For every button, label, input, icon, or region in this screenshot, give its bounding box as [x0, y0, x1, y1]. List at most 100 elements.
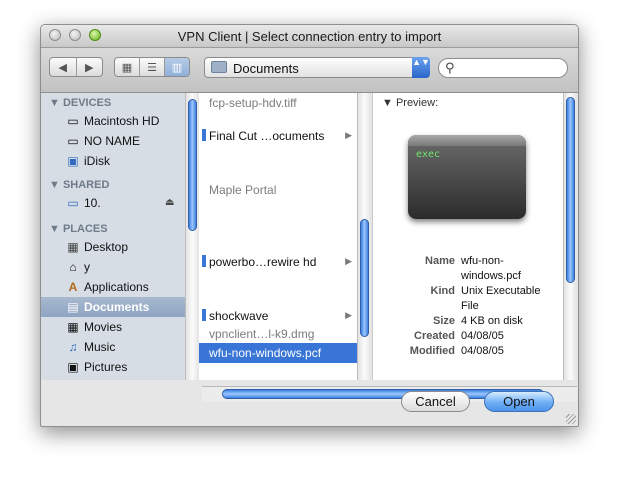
- meta-size-label: Size: [432, 315, 455, 327]
- hard-disk-icon: ▭: [67, 114, 79, 128]
- scroll-thumb[interactable]: [566, 97, 575, 283]
- file-name: Maple Portal: [209, 183, 277, 197]
- sidebar-item-home[interactable]: ⌂ y: [41, 257, 185, 277]
- file-column: fcp-setup-hdv.tiff Final Cut …ocuments ▶…: [199, 93, 357, 380]
- file-name: wfu-non-windows.pcf: [209, 346, 322, 360]
- list-item[interactable]: shockwave ▶: [199, 306, 357, 326]
- sidebar-item-label: Applications: [84, 280, 149, 294]
- sidebar-item-label: Documents: [84, 300, 150, 314]
- meta-kind-value-2: File: [461, 300, 479, 312]
- column-view-icon: ▥: [171, 61, 183, 74]
- file-name: Final Cut …ocuments: [209, 129, 325, 143]
- list-item-selected[interactable]: wfu-non-windows.pcf: [199, 343, 357, 363]
- meta-name-value-1: wfu-non-: [461, 255, 504, 267]
- window-title: VPN Client | Select connection entry to …: [177, 29, 442, 44]
- disclosure-arrow-icon: ▶: [345, 130, 352, 140]
- meta-name-label: Name: [425, 255, 455, 267]
- meta-created-label: Created: [414, 330, 455, 342]
- scroll-thumb[interactable]: [360, 219, 369, 337]
- sidebar-item-documents[interactable]: ▤ Documents: [41, 297, 185, 317]
- column-view-button[interactable]: ▥: [165, 58, 189, 76]
- meta-created-value: 04/08/05: [461, 330, 504, 342]
- toolbar: ◀ ▶ ▦ ☰ ▥ Documents ▲▼ ⚲: [41, 48, 578, 93]
- sidebar-item-movies[interactable]: ▦ Movies: [41, 317, 185, 337]
- location-label: Documents: [233, 61, 299, 76]
- list-item[interactable]: vpnclient…l-k9.dmg: [199, 324, 357, 344]
- list-view-icon: ☰: [147, 61, 157, 74]
- sidebar-item-no-name[interactable]: ▭ NO NAME: [41, 131, 185, 151]
- folder-icon: [202, 255, 206, 267]
- file-dialog-window: VPN Client | Select connection entry to …: [40, 24, 579, 427]
- folder-icon: [211, 61, 227, 73]
- movies-icon: ▦: [67, 320, 79, 334]
- home-icon: ⌂: [69, 260, 77, 274]
- sidebar-item-label: Pictures: [84, 360, 128, 374]
- list-item[interactable]: powerbo…rewire hd ▶: [199, 252, 357, 272]
- forward-arrow-icon: ▶: [85, 61, 94, 74]
- sidebar-item-label: Macintosh HD: [84, 114, 160, 128]
- search-field[interactable]: ⚲: [438, 58, 568, 78]
- back-button[interactable]: ◀: [50, 58, 77, 76]
- meta-name-value-2: windows.pcf: [461, 270, 521, 282]
- sidebar-item-music[interactable]: ♫ Music: [41, 337, 185, 357]
- list-item[interactable]: Final Cut …ocuments ▶: [199, 126, 357, 146]
- music-icon: ♫: [68, 340, 78, 354]
- sidebar-item-pictures[interactable]: ▣ Pictures: [41, 357, 185, 377]
- disclosure-arrow-icon: ▶: [345, 256, 352, 266]
- icon-view-button[interactable]: ▦: [115, 58, 140, 76]
- forward-button[interactable]: ▶: [77, 58, 103, 76]
- resize-grip-icon[interactable]: [566, 414, 576, 424]
- documents-icon: ▤: [67, 300, 79, 314]
- devices-heading[interactable]: ▼ DEVICES: [49, 97, 111, 109]
- file-name: shockwave: [209, 309, 269, 323]
- folder-icon: [202, 309, 206, 321]
- list-view-button[interactable]: ☰: [140, 58, 165, 76]
- sidebar-item-label: Movies: [84, 320, 123, 334]
- icon-view-icon: ▦: [121, 61, 133, 74]
- file-name: fcp-setup-hdv.tiff: [209, 96, 297, 110]
- preview-pane: ▼ Preview: exec Name wfu-non- windows.pc…: [372, 93, 564, 380]
- file-name: powerbo…rewire hd: [209, 255, 317, 269]
- network-computer-icon: ▭: [67, 196, 79, 210]
- meta-size-value: 4 KB on disk: [461, 315, 523, 327]
- sidebar-item-desktop[interactable]: ▦ Desktop: [41, 237, 185, 257]
- desktop-icon: ▦: [67, 240, 79, 254]
- meta-kind-label: Kind: [430, 285, 455, 297]
- back-arrow-icon: ◀: [58, 61, 67, 74]
- sidebar-item-label: 10.: [84, 196, 101, 210]
- left-column-scrollbar[interactable]: [185, 93, 199, 380]
- list-item[interactable]: Maple Portal: [199, 180, 357, 200]
- history-nav: ◀ ▶: [49, 57, 103, 77]
- preview-scrollbar[interactable]: [563, 93, 577, 380]
- list-item[interactable]: fcp-setup-hdv.tiff: [199, 93, 357, 113]
- view-mode-switcher: ▦ ☰ ▥: [114, 57, 190, 77]
- scroll-thumb[interactable]: [188, 99, 197, 231]
- pictures-icon: ▣: [67, 360, 79, 374]
- sidebar-item-applications[interactable]: A Applications: [41, 277, 185, 297]
- preview-heading[interactable]: ▼ Preview:: [382, 97, 438, 109]
- shared-heading[interactable]: ▼ SHARED: [49, 179, 109, 191]
- location-popup[interactable]: Documents ▲▼: [204, 57, 430, 78]
- applications-icon: A: [68, 280, 78, 294]
- meta-modified-label: Modified: [409, 345, 455, 357]
- terminal-exec-icon: exec: [408, 135, 526, 219]
- places-heading[interactable]: ▼ PLACES: [49, 223, 108, 235]
- eject-icon[interactable]: ⏏: [165, 197, 174, 208]
- idisk-icon: ▣: [67, 154, 79, 168]
- sidebar-item-label: y: [84, 260, 90, 274]
- sidebar-item-macintosh-hd[interactable]: ▭ Macintosh HD: [41, 111, 185, 131]
- title-bar[interactable]: VPN Client | Select connection entry to …: [41, 25, 578, 48]
- disk-icon: ▭: [67, 134, 79, 148]
- sidebar-item-shared-10[interactable]: ▭ 10. ⏏: [41, 193, 185, 213]
- sidebar-item-label: Music: [84, 340, 116, 354]
- magnifier-icon: ⚲: [445, 60, 455, 75]
- file-column-scrollbar[interactable]: [357, 93, 371, 380]
- cancel-button[interactable]: Cancel: [401, 391, 470, 412]
- meta-modified-value: 04/08/05: [461, 345, 504, 357]
- folder-icon: [202, 129, 206, 141]
- disclosure-arrow-icon: ▶: [345, 310, 352, 320]
- sidebar-item-idisk[interactable]: ▣ iDisk: [41, 151, 185, 171]
- sidebar-item-label: Desktop: [84, 240, 129, 254]
- open-button[interactable]: Open: [484, 391, 554, 412]
- popup-arrows-icon: ▲▼: [412, 57, 430, 78]
